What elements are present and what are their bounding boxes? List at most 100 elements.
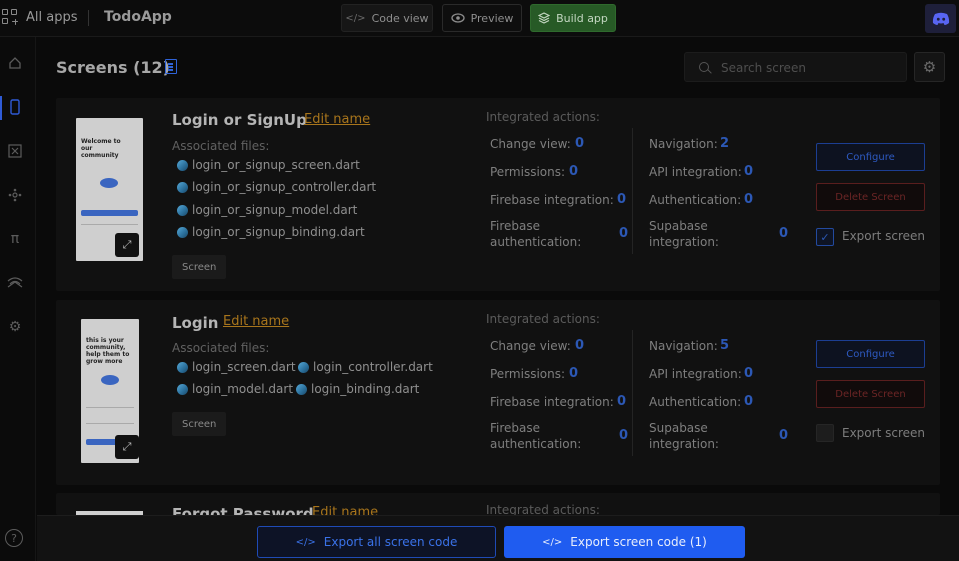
screen-card: Welcome to our community ⤢ Login or Sign… [56, 98, 940, 291]
file-item[interactable]: login_model.dart [177, 382, 293, 396]
delete-screen-button[interactable]: Delete Screen [816, 183, 925, 211]
thumbnail-text: Welcome to our community [81, 138, 121, 159]
search-icon [699, 62, 709, 72]
file-item[interactable]: login_or_signup_binding.dart [177, 225, 365, 239]
screen-thumbnail[interactable]: this is your community, help them to gro… [81, 319, 139, 463]
permissions-count: 0 [569, 164, 579, 179]
preview-label: Preview [470, 11, 514, 25]
export-screen-checkbox[interactable]: ✓ [816, 228, 834, 246]
all-apps-link[interactable]: All apps [2, 9, 78, 25]
file-name: login_or_signup_model.dart [192, 203, 358, 217]
search-input[interactable] [721, 59, 891, 77]
check-icon: ✓ [820, 230, 830, 244]
export-screen-label: Export screen [842, 426, 925, 440]
supabase-integration-label: Supabase integration: [649, 421, 719, 451]
firebase-integration-count: 0 [617, 394, 627, 409]
file-item[interactable]: login_controller.dart [298, 360, 433, 374]
screen-settings-button[interactable]: ⚙ [914, 52, 945, 82]
integrated-actions-label: Integrated actions: [486, 110, 600, 124]
discord-button[interactable] [925, 4, 956, 33]
api-integration-label: API integration: [649, 367, 742, 381]
change-view-label: Change view: [490, 137, 571, 151]
dart-icon [177, 361, 188, 373]
configure-button[interactable]: Configure [816, 340, 925, 368]
file-item[interactable]: login_or_signup_model.dart [177, 203, 357, 217]
file-name: login_model.dart [192, 382, 294, 396]
firebase-integration-label: Firebase integration: [490, 395, 614, 409]
api-integration-label: API integration: [649, 165, 742, 179]
dart-icon [177, 181, 188, 193]
thumbnail-divider [86, 407, 134, 408]
gear-icon: ⚙ [922, 58, 937, 76]
file-item[interactable]: login_or_signup_controller.dart [177, 180, 376, 194]
pi-icon[interactable]: π [7, 231, 23, 247]
integrated-actions-label: Integrated actions: [486, 503, 600, 515]
export-screen-checkbox[interactable] [816, 424, 834, 442]
mobile-screens-icon[interactable] [7, 99, 23, 115]
divider [88, 10, 89, 26]
screen-thumbnail[interactable]: Welcome to our community ⤢ [76, 118, 143, 261]
firebase-auth-count: 0 [619, 428, 629, 443]
variables-icon[interactable] [7, 143, 23, 159]
thumbnail-divider [81, 224, 138, 225]
dart-icon [177, 226, 188, 238]
edit-name-link[interactable]: Edit name [312, 505, 378, 515]
permissions-count: 0 [569, 366, 579, 381]
supabase-integration-count: 0 [779, 428, 789, 443]
screen-title: Login [172, 314, 219, 332]
expand-icon[interactable]: ⤢ [115, 233, 139, 257]
expand-icon[interactable]: ⤢ [115, 435, 139, 459]
file-item[interactable]: login_screen.dart [177, 360, 296, 374]
eye-icon [450, 13, 465, 23]
firebase-auth-label: Firebase authentication: [490, 219, 582, 249]
change-view-count: 0 [575, 136, 585, 151]
navigation-count: 2 [720, 136, 730, 151]
dart-icon [177, 159, 188, 171]
settings-gear-icon[interactable]: ⚙ [7, 319, 23, 335]
document-icon[interactable] [165, 59, 177, 74]
edit-name-link[interactable]: Edit name [223, 314, 289, 329]
edit-name-link[interactable]: Edit name [304, 112, 370, 127]
build-app-label: Build app [556, 11, 608, 25]
delete-screen-button[interactable]: Delete Screen [816, 380, 925, 408]
thumbnail-text: this is your community, help them to gro… [86, 337, 130, 365]
thumbnail-illustration [101, 375, 119, 385]
file-name: login_or_signup_binding.dart [192, 225, 365, 239]
screen-type-badge: Screen [172, 255, 227, 279]
code-view-button[interactable]: </> Code view [341, 4, 433, 32]
file-item[interactable]: login_binding.dart [296, 382, 419, 396]
integrations-icon[interactable] [7, 187, 23, 203]
column-divider [632, 128, 633, 254]
preview-button[interactable]: Preview [442, 4, 522, 32]
file-item[interactable]: login_or_signup_screen.dart [177, 158, 360, 172]
supabase-integration-count: 0 [779, 226, 789, 241]
code-icon: </> [542, 536, 563, 548]
integrated-actions-label: Integrated actions: [486, 312, 600, 326]
export-screen-label: Export screen [842, 229, 925, 243]
firebase-auth-label: Firebase authentication: [490, 421, 582, 451]
export-selected-button[interactable]: </> Export screen code (1) [504, 526, 745, 558]
api-icon[interactable] [7, 275, 23, 291]
home-icon[interactable] [7, 55, 23, 71]
api-integration-count: 0 [744, 366, 754, 381]
build-app-button[interactable]: Build app [530, 4, 616, 32]
file-name: login_binding.dart [311, 382, 420, 396]
navigation-label: Navigation: [649, 137, 718, 151]
change-view-label: Change view: [490, 339, 571, 353]
change-view-count: 0 [575, 338, 585, 353]
firebase-integration-count: 0 [617, 192, 627, 207]
export-all-button[interactable]: </> Export all screen code [257, 526, 496, 558]
configure-button[interactable]: Configure [816, 143, 925, 171]
authentication-label: Authentication: [649, 395, 742, 409]
code-icon: </> [295, 536, 316, 548]
screen-title: Forgot Password [172, 505, 314, 515]
associated-files-label: Associated files: [172, 341, 270, 355]
top-bar: All apps TodoApp </> Code view Preview B… [0, 0, 959, 37]
all-apps-label: All apps [26, 9, 78, 25]
permissions-label: Permissions: [490, 165, 566, 179]
help-icon[interactable]: ? [5, 529, 23, 547]
file-name: login_or_signup_screen.dart [192, 158, 360, 172]
export-selected-label: Export screen code (1) [570, 535, 707, 549]
column-divider [632, 330, 633, 456]
code-view-label: Code view [371, 11, 429, 25]
